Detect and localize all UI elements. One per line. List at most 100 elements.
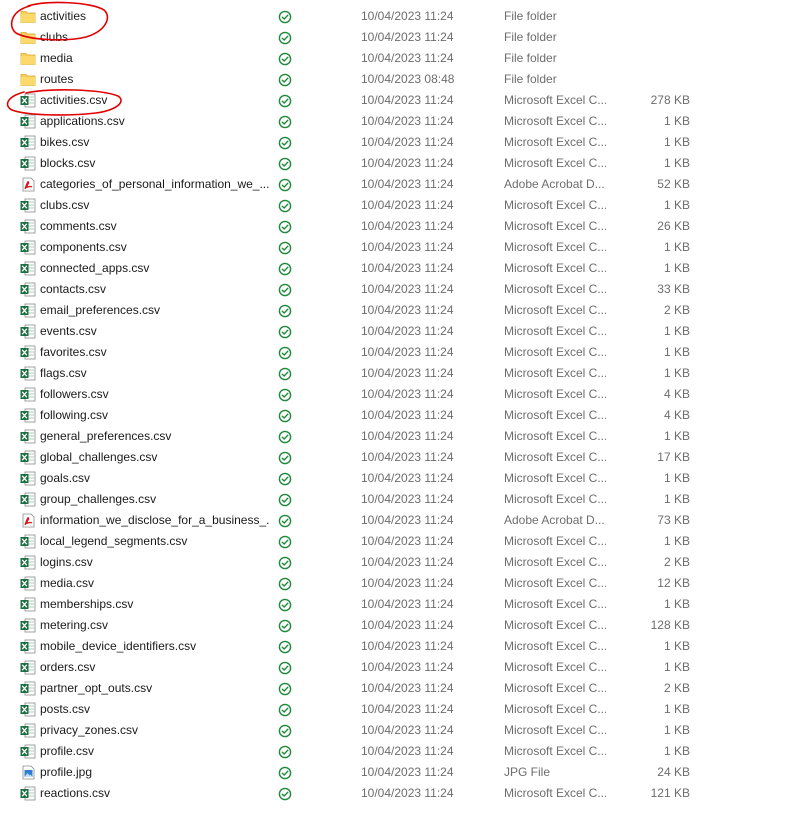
file-row[interactable]: reactions.csv 10/04/2023 11:24 Microsoft E… bbox=[0, 783, 790, 804]
file-name[interactable]: information_we_disclose_for_a_business_.… bbox=[40, 510, 270, 531]
file-row[interactable]: connected_apps.csv 10/04/2023 11:24 Micros… bbox=[0, 258, 790, 279]
file-name[interactable]: activities.csv bbox=[40, 90, 270, 111]
file-row[interactable]: media.csv 10/04/2023 11:24 Microsoft Excel… bbox=[0, 573, 790, 594]
file-row[interactable]: profile.jpg 10/04/2023 11:24 JPG File 24 KB bbox=[0, 762, 790, 783]
date-modified: 10/04/2023 11:24 bbox=[361, 324, 454, 338]
file-name[interactable]: partner_opt_outs.csv bbox=[40, 678, 270, 699]
file-row[interactable]: applications.csv 10/04/2023 11:24 Microsof… bbox=[0, 111, 790, 132]
file-name[interactable]: metering.csv bbox=[40, 615, 270, 636]
file-name[interactable]: media bbox=[40, 48, 270, 69]
excel-icon bbox=[20, 450, 36, 465]
file-row[interactable]: bikes.csv 10/04/2023 11:24 Microsoft Excel… bbox=[0, 132, 790, 153]
file-row[interactable]: mobile_device_identifiers.csv 10/04/2023 … bbox=[0, 636, 790, 657]
file-row[interactable]: activities 10/04/2023 11:24 File folder bbox=[0, 6, 790, 27]
file-row[interactable]: privacy_zones.csv 10/04/2023 11:24 Microso… bbox=[0, 720, 790, 741]
file-size: 1 KB bbox=[663, 471, 690, 485]
file-row[interactable]: blocks.csv 10/04/2023 11:24 Microsoft Exce… bbox=[0, 153, 790, 174]
file-row[interactable]: local_legend_segments.csv 10/04/2023 11:2… bbox=[0, 531, 790, 552]
sync-status-available-icon bbox=[278, 430, 292, 444]
file-row[interactable]: partner_opt_outs.csv 10/04/2023 11:24 Micr… bbox=[0, 678, 790, 699]
file-row[interactable]: comments.csv 10/04/2023 11:24 Microsoft Ex… bbox=[0, 216, 790, 237]
file-row[interactable]: goals.csv 10/04/2023 11:24 Microsoft Excel… bbox=[0, 468, 790, 489]
file-size: 1 KB bbox=[663, 744, 690, 758]
file-name[interactable]: profile.csv bbox=[40, 741, 270, 762]
file-name[interactable]: components.csv bbox=[40, 237, 270, 258]
file-name[interactable]: clubs bbox=[40, 27, 270, 48]
file-row[interactable]: events.csv 10/04/2023 11:24 Microsoft Exce… bbox=[0, 321, 790, 342]
file-row[interactable]: routes 10/04/2023 08:48 File folder bbox=[0, 69, 790, 90]
file-name[interactable]: followers.csv bbox=[40, 384, 270, 405]
file-name[interactable]: bikes.csv bbox=[40, 132, 270, 153]
horizontal-scrollbar[interactable] bbox=[0, 806, 790, 814]
file-name[interactable]: goals.csv bbox=[40, 468, 270, 489]
file-row[interactable]: media 10/04/2023 11:24 File folder bbox=[0, 48, 790, 69]
folder-icon bbox=[20, 30, 36, 45]
file-name[interactable]: email_preferences.csv bbox=[40, 300, 270, 321]
sync-status-available-icon bbox=[278, 367, 292, 381]
file-name[interactable]: logins.csv bbox=[40, 552, 270, 573]
file-name[interactable]: reactions.csv bbox=[40, 783, 270, 804]
file-type: Microsoft Excel C... bbox=[504, 450, 606, 464]
file-name[interactable]: media.csv bbox=[40, 573, 270, 594]
image-icon bbox=[20, 765, 36, 780]
file-row[interactable]: logins.csv 10/04/2023 11:24 Microsoft Exce… bbox=[0, 552, 790, 573]
sync-status-available-icon bbox=[278, 94, 292, 108]
file-row[interactable]: activities.csv 10/04/2023 11:24 Microsoft … bbox=[0, 90, 790, 111]
file-row[interactable]: contacts.csv 10/04/2023 11:24 Microsoft Ex… bbox=[0, 279, 790, 300]
file-name[interactable]: blocks.csv bbox=[40, 153, 270, 174]
file-name[interactable]: events.csv bbox=[40, 321, 270, 342]
file-name[interactable]: privacy_zones.csv bbox=[40, 720, 270, 741]
excel-icon bbox=[20, 786, 36, 801]
file-row[interactable]: followers.csv 10/04/2023 11:24 Microsoft E… bbox=[0, 384, 790, 405]
file-row[interactable]: general_preferences.csv 10/04/2023 11:24 M… bbox=[0, 426, 790, 447]
file-name[interactable]: comments.csv bbox=[40, 216, 270, 237]
file-row[interactable]: information_we_disclose_for_a_business_.… bbox=[0, 510, 790, 531]
file-name[interactable]: favorites.csv bbox=[40, 342, 270, 363]
file-row[interactable]: posts.csv 10/04/2023 11:24 Microsoft Excel… bbox=[0, 699, 790, 720]
file-row[interactable]: favorites.csv 10/04/2023 11:24 Microsoft E… bbox=[0, 342, 790, 363]
file-row[interactable]: flags.csv 10/04/2023 11:24 Microsoft Excel… bbox=[0, 363, 790, 384]
file-size bbox=[610, 27, 690, 48]
file-name[interactable]: orders.csv bbox=[40, 657, 270, 678]
file-row[interactable]: clubs.csv 10/04/2023 11:24 Microsoft Excel… bbox=[0, 195, 790, 216]
file-row[interactable]: group_challenges.csv 10/04/2023 11:24 Micr… bbox=[0, 489, 790, 510]
file-name[interactable]: following.csv bbox=[40, 405, 270, 426]
pdf-icon bbox=[20, 177, 36, 192]
sync-status-available-icon bbox=[278, 241, 292, 255]
file-size: 1 KB bbox=[663, 723, 690, 737]
file-name[interactable]: local_legend_segments.csv bbox=[40, 531, 270, 552]
file-row[interactable]: email_preferences.csv 10/04/2023 11:24 Mic… bbox=[0, 300, 790, 321]
file-name[interactable]: group_challenges.csv bbox=[40, 489, 270, 510]
file-name[interactable]: profile.jpg bbox=[40, 762, 270, 783]
file-row[interactable]: profile.csv 10/04/2023 11:24 Microsoft Exc… bbox=[0, 741, 790, 762]
date-modified: 10/04/2023 11:24 bbox=[361, 429, 454, 443]
file-type: Microsoft Excel C... bbox=[504, 660, 606, 674]
file-name[interactable]: posts.csv bbox=[40, 699, 270, 720]
file-row[interactable]: components.csv 10/04/2023 11:24 Microsoft … bbox=[0, 237, 790, 258]
file-size bbox=[610, 6, 690, 27]
file-row[interactable]: global_challenges.csv 10/04/2023 11:24 Mic… bbox=[0, 447, 790, 468]
file-name[interactable]: connected_apps.csv bbox=[40, 258, 270, 279]
file-name[interactable]: categories_of_personal_information_we_..… bbox=[40, 174, 270, 195]
file-name[interactable]: activities bbox=[40, 6, 270, 27]
file-name[interactable]: memberships.csv bbox=[40, 594, 270, 615]
file-row[interactable]: memberships.csv 10/04/2023 11:24 Microsoft… bbox=[0, 594, 790, 615]
file-row[interactable]: categories_of_personal_information_we_..… bbox=[0, 174, 790, 195]
file-name[interactable]: global_challenges.csv bbox=[40, 447, 270, 468]
file-name[interactable]: applications.csv bbox=[40, 111, 270, 132]
file-name[interactable]: general_preferences.csv bbox=[40, 426, 270, 447]
file-row[interactable]: clubs 10/04/2023 11:24 File folder bbox=[0, 27, 790, 48]
file-size: 1 KB bbox=[663, 324, 690, 338]
file-name[interactable]: routes bbox=[40, 69, 270, 90]
file-row[interactable]: metering.csv 10/04/2023 11:24 Microsoft Ex… bbox=[0, 615, 790, 636]
file-name[interactable]: contacts.csv bbox=[40, 279, 270, 300]
file-size: 2 KB bbox=[663, 555, 690, 569]
date-modified: 10/04/2023 11:24 bbox=[361, 786, 454, 800]
file-row[interactable]: following.csv 10/04/2023 11:24 Microsoft E… bbox=[0, 405, 790, 426]
file-name[interactable]: clubs.csv bbox=[40, 195, 270, 216]
file-row[interactable]: orders.csv 10/04/2023 11:24 Microsoft Exce… bbox=[0, 657, 790, 678]
file-name[interactable]: flags.csv bbox=[40, 363, 270, 384]
date-modified: 10/04/2023 11:24 bbox=[361, 9, 454, 23]
file-name[interactable]: mobile_device_identifiers.csv bbox=[40, 636, 270, 657]
file-type: Microsoft Excel C... bbox=[504, 156, 606, 170]
